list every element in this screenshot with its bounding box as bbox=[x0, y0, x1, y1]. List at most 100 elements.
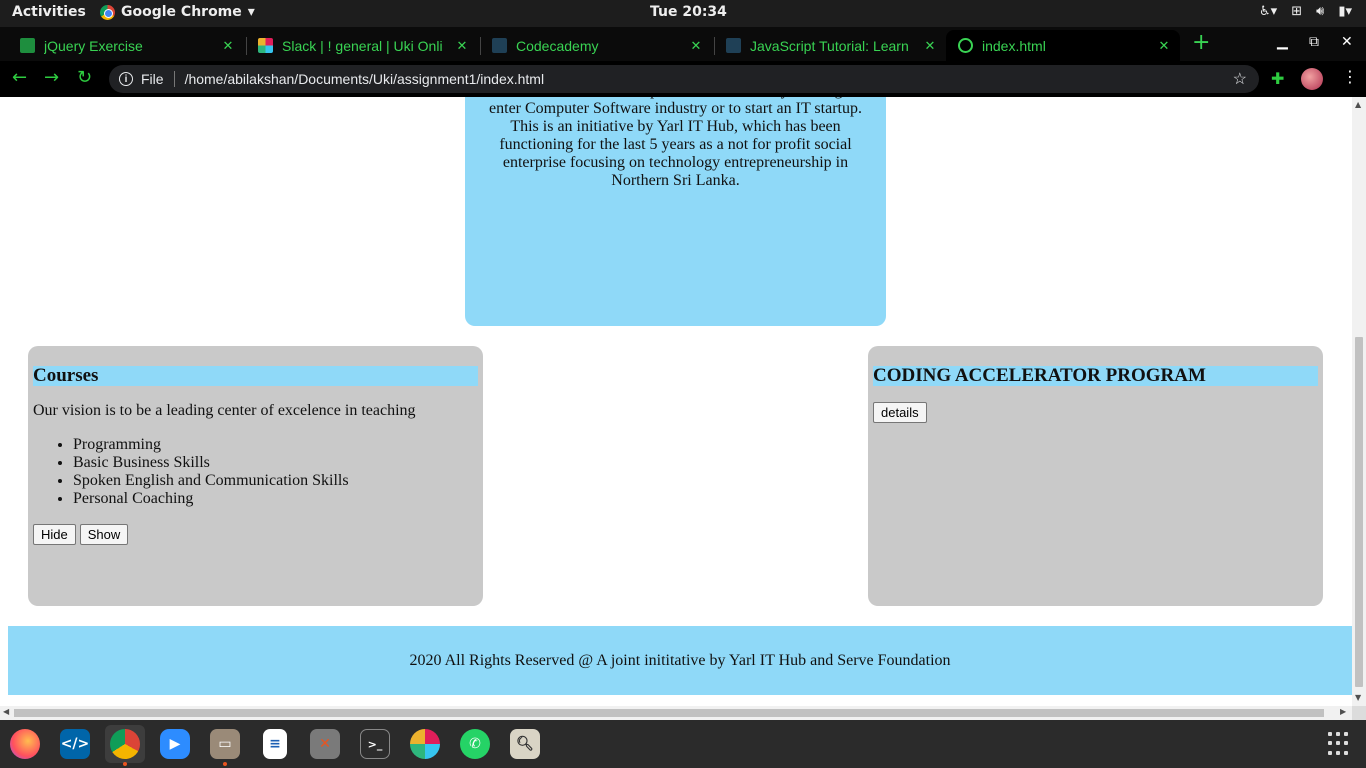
tab-codecademy[interactable]: Codecademy ✕ bbox=[480, 30, 712, 61]
close-icon[interactable]: ✕ bbox=[686, 38, 706, 54]
list-item: Programming bbox=[73, 436, 478, 454]
about-box: education. It is aimed to provide the ne… bbox=[465, 97, 886, 326]
scroll-down-arrow-icon[interactable]: ▼ bbox=[1355, 693, 1361, 702]
url-scheme: File bbox=[141, 71, 164, 87]
dock-item-zoom[interactable]: ▶ bbox=[155, 725, 195, 763]
close-icon[interactable]: ✕ bbox=[452, 38, 472, 54]
firefox-icon bbox=[10, 729, 40, 759]
page-footer: 2020 All Rights Reserved @ A joint initi… bbox=[8, 626, 1352, 695]
globe-icon bbox=[958, 38, 973, 53]
about-text: education. It is aimed to provide the ne… bbox=[489, 97, 862, 189]
scroll-up-arrow-icon[interactable]: ▲ bbox=[1355, 100, 1361, 109]
dock-item-slack[interactable] bbox=[405, 725, 445, 763]
scroll-left-arrow-icon[interactable]: ◀ bbox=[3, 707, 9, 716]
dock-item-chrome[interactable] bbox=[105, 725, 145, 766]
menu-kebab-icon[interactable]: ⋮ bbox=[1342, 67, 1358, 86]
app-menu[interactable]: Google Chrome ▾ bbox=[100, 4, 255, 20]
forward-arrow-icon[interactable]: → bbox=[44, 67, 59, 88]
courses-list: Programming Basic Business Skills Spoken… bbox=[73, 436, 478, 508]
restore-icon[interactable]: ⧉ bbox=[1309, 34, 1319, 50]
dock: </> ▶ ▭ ≡ ✕ >_ ✆ 🔍︎ bbox=[0, 720, 1366, 768]
running-indicator bbox=[123, 762, 127, 766]
network-icon[interactable]: ⊞ bbox=[1291, 4, 1302, 19]
system-top-bar: Activities Google Chrome ▾ Tue 20:34 ♿▾ … bbox=[0, 0, 1366, 27]
profile-avatar[interactable] bbox=[1301, 68, 1323, 90]
new-tab-button[interactable]: + bbox=[1192, 32, 1210, 54]
tab-slack[interactable]: Slack | ! general | Uki Onli ✕ bbox=[246, 30, 478, 61]
dock-item-vscode[interactable]: </> bbox=[55, 725, 95, 763]
battery-icon[interactable]: ▮▾ bbox=[1338, 4, 1352, 19]
info-icon[interactable]: i bbox=[119, 72, 133, 86]
document-icon bbox=[726, 38, 741, 53]
footer-text: 2020 All Rights Reserved @ A joint initi… bbox=[409, 652, 951, 669]
tab-title: jQuery Exercise bbox=[44, 37, 143, 54]
tab-title: Codecademy bbox=[516, 37, 599, 54]
hide-button[interactable]: Hide bbox=[33, 524, 76, 545]
show-applications-icon[interactable] bbox=[1328, 732, 1352, 756]
clock[interactable]: Tue 20:34 bbox=[650, 4, 727, 20]
tab-javascript-tutorial[interactable]: JavaScript Tutorial: Learn ✕ bbox=[714, 30, 946, 61]
dock-item-files[interactable]: ▭ bbox=[205, 725, 245, 766]
slack-icon bbox=[410, 729, 440, 759]
slack-icon bbox=[258, 38, 273, 53]
list-item: Personal Coaching bbox=[73, 490, 478, 508]
close-icon[interactable]: ✕ bbox=[218, 38, 238, 54]
scroll-thumb[interactable] bbox=[1355, 337, 1363, 687]
app-name: Google Chrome bbox=[121, 4, 242, 20]
courses-card: Courses Our vision is to be a leading ce… bbox=[28, 346, 483, 606]
tab-title: index.html bbox=[982, 37, 1046, 54]
dock-item-settings-tool[interactable]: ✕ bbox=[305, 725, 345, 763]
google-classroom-icon bbox=[20, 38, 35, 53]
vertical-scrollbar[interactable]: ▲ ▼ bbox=[1352, 97, 1366, 706]
url-text[interactable]: /home/abilakshan/Documents/Uki/assignmen… bbox=[185, 71, 545, 87]
volume-icon[interactable]: 🔊︎ bbox=[1316, 4, 1324, 19]
url-divider bbox=[173, 71, 175, 87]
button-row: details bbox=[873, 402, 1318, 423]
scroll-right-arrow-icon[interactable]: ▶ bbox=[1340, 707, 1346, 716]
courses-heading: Courses bbox=[33, 366, 478, 386]
minimize-icon[interactable]: ▁ bbox=[1277, 34, 1288, 50]
tab-title: Slack | ! general | Uki Onli bbox=[282, 37, 443, 54]
tab-title: JavaScript Tutorial: Learn bbox=[750, 37, 909, 54]
close-icon[interactable]: ✕ bbox=[920, 38, 940, 54]
terminal-icon: >_ bbox=[360, 729, 390, 759]
show-button[interactable]: Show bbox=[79, 524, 129, 545]
chrome-icon bbox=[100, 4, 115, 20]
reload-icon[interactable]: ↻ bbox=[77, 67, 92, 88]
list-item: Spoken English and Communication Skills bbox=[73, 472, 478, 490]
close-icon[interactable]: ✕ bbox=[1154, 38, 1174, 54]
system-tray[interactable]: ♿▾ ⊞ 🔊︎ ▮▾ bbox=[1259, 4, 1352, 19]
dock-item-text-editor[interactable]: ≡ bbox=[255, 725, 295, 763]
activities-button[interactable]: Activities bbox=[12, 4, 86, 20]
program-card: CODING ACCELERATOR PROGRAM details bbox=[868, 346, 1323, 606]
page-viewport: education. It is aimed to provide the ne… bbox=[0, 97, 1352, 706]
close-window-icon[interactable]: ✕ bbox=[1341, 34, 1353, 50]
browser-toolbar: ← → ↻ i File /home/abilakshan/Documents/… bbox=[0, 61, 1366, 97]
dock-item-whatsapp[interactable]: ✆ bbox=[455, 725, 495, 763]
tab-jquery-exercise[interactable]: jQuery Exercise ✕ bbox=[8, 30, 244, 61]
files-icon: ▭ bbox=[210, 729, 240, 759]
tab-strip: jQuery Exercise ✕ Slack | ! general | Uk… bbox=[0, 27, 1366, 61]
scroll-thumb[interactable] bbox=[14, 709, 1324, 717]
program-heading: CODING ACCELERATOR PROGRAM bbox=[873, 366, 1318, 386]
dock-item-terminal[interactable]: >_ bbox=[355, 725, 395, 763]
dock-item-firefox[interactable] bbox=[5, 725, 45, 763]
address-bar[interactable]: i File /home/abilakshan/Documents/Uki/as… bbox=[109, 65, 1259, 93]
running-indicator bbox=[223, 762, 227, 766]
details-button[interactable]: details bbox=[873, 402, 927, 423]
vision-text: Our vision is to be a leading center of … bbox=[33, 402, 416, 419]
text-editor-icon: ≡ bbox=[263, 729, 287, 759]
scrollbar-corner bbox=[1352, 706, 1366, 720]
horizontal-scrollbar[interactable]: ◀ ▶ bbox=[0, 706, 1352, 720]
tab-index-html[interactable]: index.html ✕ bbox=[946, 30, 1180, 61]
bookmark-star-icon[interactable]: ☆ bbox=[1233, 69, 1247, 89]
button-row: Hide Show bbox=[33, 524, 478, 545]
dock-item-image-viewer[interactable]: 🔍︎ bbox=[505, 725, 545, 763]
accessibility-icon[interactable]: ♿▾ bbox=[1259, 4, 1277, 19]
extensions-puzzle-icon[interactable]: ✚ bbox=[1271, 69, 1284, 88]
back-arrow-icon[interactable]: ← bbox=[12, 67, 27, 88]
whatsapp-icon: ✆ bbox=[460, 729, 490, 759]
zoom-icon: ▶ bbox=[160, 729, 190, 759]
image-viewer-icon: 🔍︎ bbox=[510, 729, 540, 759]
vscode-icon: </> bbox=[60, 729, 90, 759]
